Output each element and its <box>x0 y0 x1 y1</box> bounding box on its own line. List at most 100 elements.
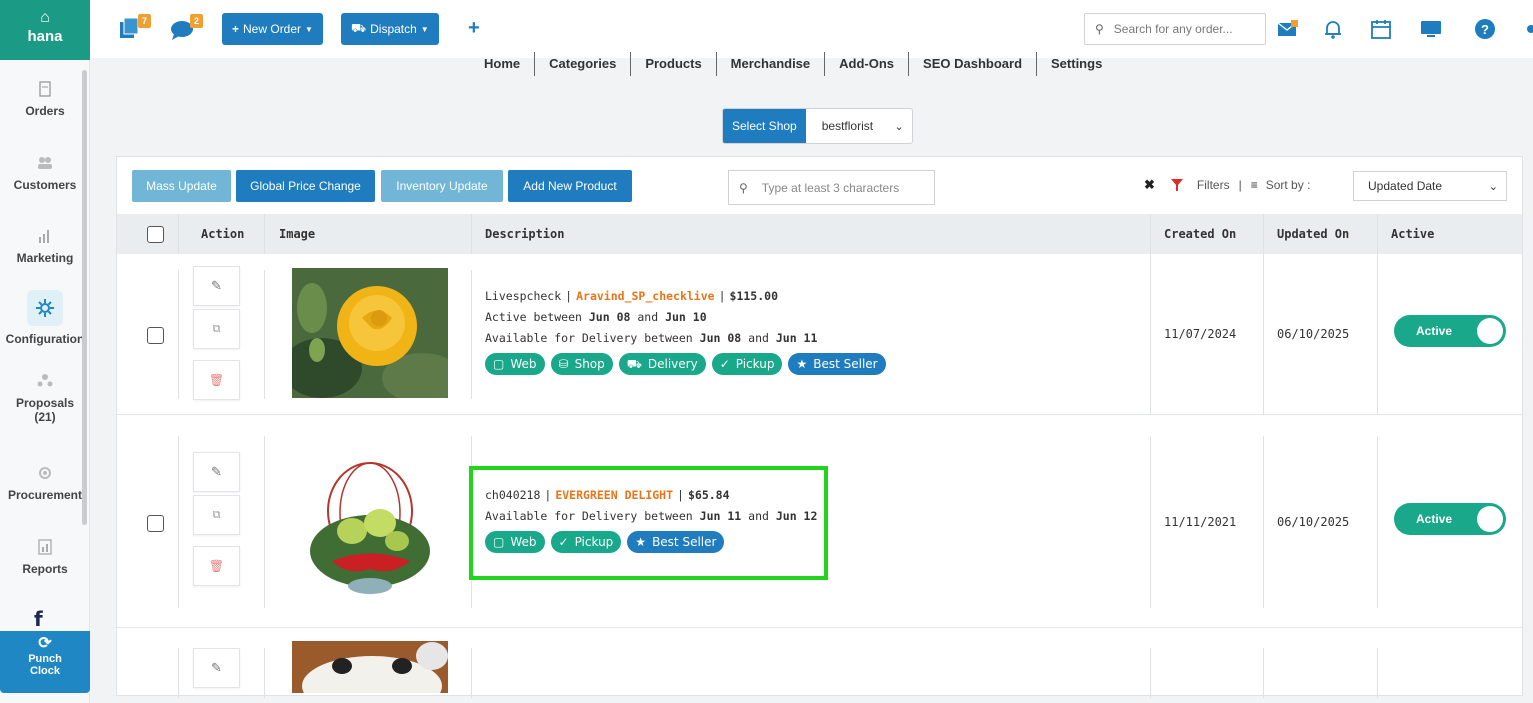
sidebar-item-reports[interactable]: Reports <box>0 538 90 576</box>
tab-products[interactable]: Products <box>630 52 715 76</box>
global-price-change-button[interactable]: Global Price Change <box>236 170 375 202</box>
delivery-to: Jun 11 <box>775 331 818 345</box>
chevron-down-icon: ⌄ <box>1488 180 1498 193</box>
product-image[interactable] <box>292 451 448 607</box>
edit-button[interactable]: ✎ <box>193 648 240 688</box>
star-icon: ★ <box>635 534 647 549</box>
sidebar-item-label: Reports <box>22 562 68 576</box>
tab-merchandise[interactable]: Merchandise <box>715 52 824 76</box>
orders-icon <box>39 81 51 97</box>
edit-button[interactable]: ✎ <box>193 452 240 492</box>
product-search-input[interactable]: ⚲ Type at least 3 characters <box>728 170 935 205</box>
sidebar-scrollbar[interactable] <box>82 60 88 530</box>
facebook-icon[interactable]: f <box>34 607 43 631</box>
header-updated-on: Updated On <box>1277 227 1350 241</box>
sort-select[interactable]: Updated Date ⌄ <box>1353 171 1507 201</box>
edit-button[interactable]: ✎ <box>193 266 240 306</box>
product-search-placeholder: Type at least 3 characters <box>761 180 900 195</box>
punch-clock-label-2: Clock <box>30 665 60 677</box>
plus-icon: + <box>232 22 240 36</box>
caret-down-icon: ▼ <box>420 24 429 34</box>
shop-select[interactable]: bestflorist ⌄ <box>806 109 912 143</box>
sidebar-item-marketing[interactable]: Marketing <box>0 227 90 265</box>
brand-logo[interactable]: ⌂ hana <box>0 0 90 60</box>
products-panel: Mass Update Global Price Change Inventor… <box>116 156 1523 698</box>
tag-web: ▢ Web <box>485 531 545 553</box>
monitor-icon[interactable] <box>1420 18 1442 40</box>
pencil-icon: ✎ <box>211 660 222 675</box>
tag-web: ▢ Web <box>485 353 545 375</box>
sidebar-item-configuration[interactable]: Configuration <box>0 290 90 346</box>
add-button[interactable]: + <box>468 17 480 40</box>
row-checkbox[interactable] <box>147 515 164 532</box>
floral-arrangement-image <box>292 451 448 607</box>
mail-icon[interactable] <box>1277 18 1299 40</box>
tab-home[interactable]: Home <box>470 52 534 76</box>
active-toggle-label: Active <box>1416 324 1453 338</box>
add-new-product-button[interactable]: Add New Product <box>508 170 632 202</box>
new-order-button[interactable]: + New Order ▼ <box>222 13 323 45</box>
orders-badge: 7 <box>138 14 151 28</box>
bell-icon[interactable] <box>1322 18 1344 40</box>
tab-categories[interactable]: Categories <box>534 52 630 76</box>
select-all-checkbox[interactable] <box>147 226 164 243</box>
tag-delivery: ⛟ Delivery <box>618 353 706 375</box>
duplicate-button[interactable]: ⧉ <box>193 495 240 535</box>
tag-pickup: ✓ Pickup <box>550 531 622 553</box>
tab-settings[interactable]: Settings <box>1036 52 1116 76</box>
punch-clock-button[interactable]: ⟳ Punch Clock <box>0 631 90 693</box>
messages-button[interactable]: 2 <box>170 14 203 43</box>
caret-down-icon: ▼ <box>305 24 313 34</box>
tab-seo-dashboard[interactable]: SEO Dashboard <box>908 52 1036 76</box>
pencil-icon: ✎ <box>211 278 222 293</box>
product-image[interactable] <box>292 641 448 693</box>
delivery-from: Jun 11 <box>699 509 742 523</box>
delivery-from: Jun 08 <box>699 331 742 345</box>
tag-pickup: ✓ Pickup <box>711 353 783 375</box>
punch-clock-label: Punch <box>28 653 62 665</box>
active-range-prefix: Active between <box>485 310 582 324</box>
product-price: $115.00 <box>729 289 778 303</box>
truck-icon: ⛟ <box>626 356 642 371</box>
dispatch-button[interactable]: ⛟ Dispatch ▼ <box>341 13 439 45</box>
active-toggle[interactable]: Active <box>1394 315 1506 347</box>
copy-icon: ⧉ <box>212 322 221 335</box>
active-toggle[interactable]: Active <box>1394 503 1506 535</box>
delete-button[interactable]: 🗑 <box>193 360 240 400</box>
sidebar-item-orders[interactable]: Orders <box>0 80 90 118</box>
toggle-knob <box>1477 318 1503 344</box>
shop-selector: Select Shop bestflorist ⌄ <box>722 108 913 144</box>
order-search-input[interactable]: ⚲ Search for any order... <box>1084 13 1266 45</box>
product-image[interactable] <box>292 268 448 398</box>
delivery-to: Jun 12 <box>775 509 818 523</box>
pencil-icon: ✎ <box>211 464 222 479</box>
tab-add-ons[interactable]: Add-Ons <box>824 52 908 76</box>
row-checkbox[interactable] <box>147 327 164 344</box>
product-name[interactable]: Aravind_SP_checklive <box>576 289 714 303</box>
product-price: $65.84 <box>687 488 730 502</box>
user-icon[interactable] <box>1520 18 1533 40</box>
search-icon: ⚲ <box>1095 22 1104 36</box>
help-icon[interactable]: ? <box>1474 18 1496 40</box>
sidebar-item-label: Customers <box>13 178 77 192</box>
product-code: ch040218 <box>485 488 541 502</box>
duplicate-button[interactable]: ⧉ <box>193 309 240 349</box>
mass-update-button[interactable]: Mass Update <box>132 170 231 202</box>
thumbs-up-icon: ✓ <box>558 534 569 549</box>
proposals-icon <box>37 374 53 387</box>
sidebar-item-proposals[interactable]: Proposals (21) <box>0 372 90 424</box>
calendar-icon[interactable] <box>1370 18 1392 40</box>
sidebar-item-customers[interactable]: Customers <box>0 154 90 192</box>
filters-label[interactable]: Filters <box>1197 178 1230 192</box>
tag-best-seller: ★ Best Seller <box>627 531 725 553</box>
sidebar-item-procurement[interactable]: Procurement <box>0 464 90 502</box>
delete-button[interactable]: 🗑 <box>193 546 240 586</box>
orders-stack-button[interactable]: 7 <box>118 14 151 43</box>
panda-cake-image <box>292 641 448 693</box>
product-name[interactable]: EVERGREEN DELIGHT <box>555 488 673 502</box>
star-icon: ★ <box>796 356 808 371</box>
product-tags: ▢ Web ✓ Pickup ★ Best Seller <box>485 531 817 553</box>
inventory-update-button[interactable]: Inventory Update <box>381 170 503 202</box>
filter-icon[interactable] <box>1170 179 1183 191</box>
clear-filter-icon[interactable]: ✖ <box>1144 177 1155 193</box>
